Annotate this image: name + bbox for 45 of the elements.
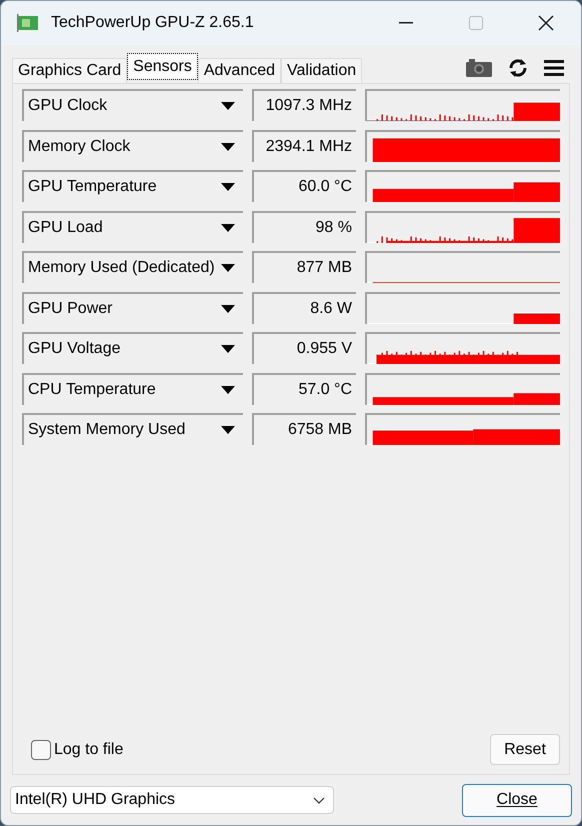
sensor-value: 6758 MB: [252, 413, 356, 445]
sensor-select[interactable]: System Memory Used: [22, 413, 243, 445]
sensor-value: 877 MB: [252, 251, 356, 283]
sensor-select[interactable]: Memory Clock: [22, 130, 243, 162]
sensor-value: 60.0 °C: [252, 170, 356, 202]
close-button[interactable]: Close: [462, 784, 572, 816]
sensor-value: 1097.3 MHz: [252, 89, 356, 121]
reset-button[interactable]: Reset: [490, 734, 560, 765]
sensor-select[interactable]: GPU Load: [22, 210, 243, 242]
camera-icon[interactable]: [466, 59, 492, 77]
dropdown-arrow-icon: [221, 386, 235, 394]
tab[interactable]: Graphics Card: [12, 58, 128, 83]
chevron-down-icon: [313, 796, 325, 804]
sensor-select[interactable]: Memory Used (Dedicated): [22, 251, 243, 283]
sensor-value: 2394.1 MHz: [252, 130, 356, 162]
dropdown-arrow-icon: [221, 224, 235, 232]
sensor-select[interactable]: GPU Temperature: [22, 170, 243, 202]
sensor-value: 57.0 °C: [252, 372, 356, 404]
dropdown-arrow-icon: [221, 142, 235, 150]
sensor-value: 98 %: [252, 210, 356, 242]
tab[interactable]: Advanced: [198, 58, 282, 83]
window-title: TechPowerUp GPU-Z 2.65.1: [51, 13, 254, 33]
menu-icon[interactable]: [544, 60, 564, 76]
checkbox-label: Log to file: [54, 740, 124, 760]
refresh-icon[interactable]: [508, 59, 528, 77]
dropdown-arrow-icon: [221, 426, 235, 434]
dropdown-arrow-icon: [221, 264, 235, 272]
tab[interactable]: Sensors: [127, 53, 198, 80]
sensor-select[interactable]: GPU Voltage: [22, 332, 243, 364]
graphics-card-icon: [17, 14, 39, 32]
sensor-value: 8.6 W: [252, 292, 356, 324]
maximize-icon: [469, 16, 483, 30]
checkbox[interactable]: [31, 740, 51, 760]
sensor-select[interactable]: GPU Clock: [22, 89, 243, 121]
sensor-select[interactable]: GPU Power: [22, 292, 243, 324]
minimize-icon: [399, 22, 413, 24]
dropdown-arrow-icon: [221, 102, 235, 110]
dropdown-arrow-icon: [221, 304, 235, 312]
sensor-select[interactable]: CPU Temperature: [22, 372, 243, 404]
dropdown-arrow-icon: [221, 183, 235, 191]
device-select[interactable]: Intel(R) UHD Graphics: [10, 786, 334, 814]
tab[interactable]: Validation: [281, 58, 362, 83]
sensor-value: 0.955 V: [252, 332, 356, 364]
close-icon: [538, 15, 554, 31]
dropdown-arrow-icon: [221, 345, 235, 353]
